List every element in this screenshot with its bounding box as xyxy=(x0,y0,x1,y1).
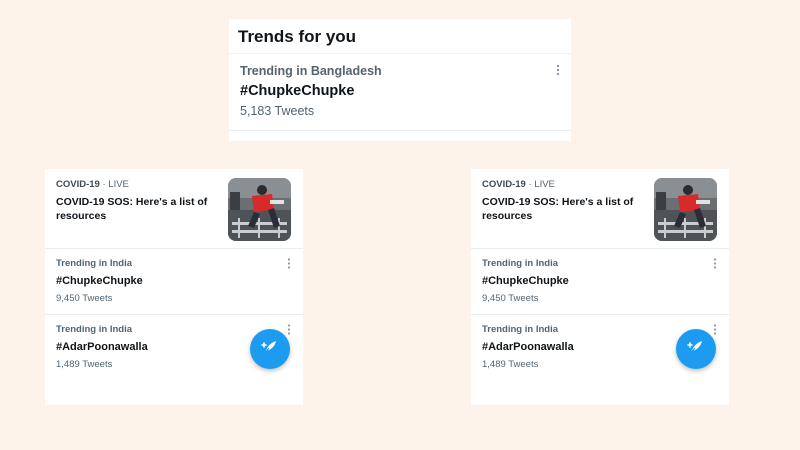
trends-header: Trends for you xyxy=(229,19,571,54)
more-vertical-icon[interactable] xyxy=(287,324,291,335)
trend-tweet-count: 9,450 Tweets xyxy=(56,293,113,304)
more-vertical-icon[interactable] xyxy=(287,258,291,269)
compose-tweet-icon xyxy=(261,338,279,361)
explore-panel-left: COVID-19 · LIVE COVID-19 SOS: Here's a l… xyxy=(45,169,303,405)
trend-item-bangladesh[interactable]: Trending in Bangladesh #ChupkeChupke 5,1… xyxy=(229,54,571,131)
news-headline[interactable]: COVID-19 SOS: Here's a list of resources xyxy=(56,195,216,223)
more-vertical-icon[interactable] xyxy=(556,64,560,76)
trend-hashtag[interactable]: #ChupkeChupke xyxy=(56,275,291,287)
news-live-label: LIVE xyxy=(108,179,129,190)
compose-tweet-button[interactable] xyxy=(250,329,290,369)
news-separator: · xyxy=(525,179,535,190)
trend-item[interactable]: Trending in India #ChupkeChupke 9,450 Tw… xyxy=(45,249,303,315)
trend-context: Trending in India xyxy=(482,258,558,269)
compose-tweet-button[interactable] xyxy=(676,329,716,369)
news-thumbnail-image[interactable] xyxy=(654,178,717,241)
news-item[interactable]: COVID-19 · LIVE COVID-19 SOS: Here's a l… xyxy=(45,169,303,249)
trend-context: Trending in Bangladesh xyxy=(240,64,382,78)
trend-context: Trending in India xyxy=(56,258,132,269)
more-vertical-icon[interactable] xyxy=(713,258,717,269)
trend-item[interactable]: Trending in India #ChupkeChupke 9,450 Tw… xyxy=(471,249,729,315)
trend-hashtag[interactable]: #ChupkeChupke xyxy=(240,83,560,99)
trend-tweet-count: 9,450 Tweets xyxy=(482,293,539,304)
news-live-label: LIVE xyxy=(534,179,555,190)
news-item[interactable]: COVID-19 · LIVE COVID-19 SOS: Here's a l… xyxy=(471,169,729,249)
trends-for-you-card: Trends for you Trending in Bangladesh #C… xyxy=(229,19,571,141)
news-topic: COVID-19 xyxy=(482,179,526,190)
trends-title: Trends for you xyxy=(238,27,357,46)
news-thumbnail-image[interactable] xyxy=(228,178,291,241)
explore-panel-right: COVID-19 · LIVE COVID-19 SOS: Here's a l… xyxy=(471,169,729,405)
trend-tweet-count: 5,183 Tweets xyxy=(240,104,315,118)
trend-hashtag[interactable]: #ChupkeChupke xyxy=(482,275,717,287)
more-vertical-icon[interactable] xyxy=(713,324,717,335)
compose-tweet-icon xyxy=(687,338,705,361)
news-headline[interactable]: COVID-19 SOS: Here's a list of resources xyxy=(482,195,642,223)
news-topic: COVID-19 xyxy=(56,179,100,190)
news-separator: · xyxy=(99,179,109,190)
